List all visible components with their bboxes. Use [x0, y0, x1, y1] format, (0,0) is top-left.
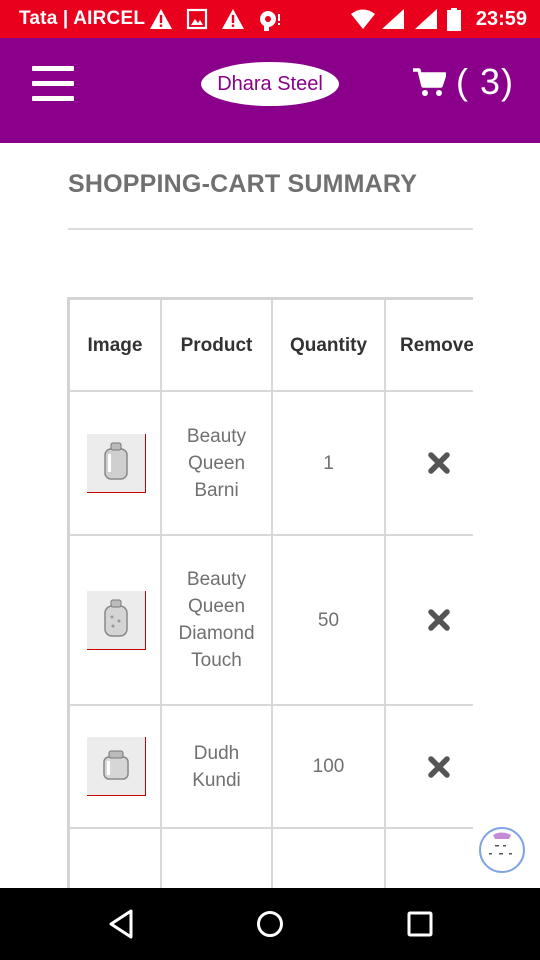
- system-nav-bar: [0, 888, 540, 960]
- product-image[interactable]: [87, 737, 146, 796]
- shopping-cart-icon: [413, 68, 446, 96]
- chat-widget-button[interactable]: [479, 827, 525, 873]
- table-row: Dudh Kundi 100: [70, 706, 473, 829]
- battery-icon: [447, 8, 461, 31]
- wifi-icon: [351, 9, 375, 29]
- image-icon: [186, 8, 208, 30]
- vpn-icon: [260, 11, 280, 31]
- warning-icon: [150, 9, 172, 29]
- hamburger-menu-icon[interactable]: [32, 66, 74, 102]
- column-header-image: Image: [70, 300, 162, 390]
- product-image[interactable]: [87, 433, 146, 493]
- remove-x-icon[interactable]: [428, 452, 450, 474]
- product-quantity: 100: [273, 706, 386, 827]
- title-divider: [68, 228, 473, 230]
- table-row: [70, 829, 473, 888]
- product-quantity: 1: [273, 392, 386, 534]
- column-header-remove: Remove: [400, 334, 473, 356]
- clock: 23:59: [475, 8, 527, 30]
- warning-icon: [222, 9, 244, 29]
- table-row: Beauty Queen Barni 1: [70, 392, 473, 536]
- recents-icon[interactable]: [406, 908, 434, 940]
- remove-x-icon[interactable]: [428, 755, 450, 778]
- column-header-product: Product: [162, 300, 273, 390]
- cart-button[interactable]: ( 3): [412, 60, 514, 104]
- cart-table-scroll[interactable]: Image Product Quantity Remove Beauty Que…: [67, 297, 473, 888]
- app-header: Dhara Steel ( 3): [0, 38, 540, 143]
- cart-count: ( 3): [456, 61, 514, 102]
- steel-container-image: [104, 599, 128, 637]
- back-icon[interactable]: [107, 908, 135, 940]
- cart-table: Image Product Quantity Remove Beauty Que…: [67, 297, 473, 888]
- brand-logo[interactable]: Dhara Steel: [201, 62, 339, 106]
- product-name: Dudh Kundi: [162, 706, 273, 827]
- chat-widget-icon: [489, 832, 512, 855]
- remove-x-icon[interactable]: [428, 609, 450, 631]
- signal-icon: [415, 9, 437, 29]
- steel-container-image: [104, 442, 128, 480]
- status-bar: Tata | AIRCEL 23:59: [0, 0, 540, 38]
- column-header-quantity: Quantity: [273, 300, 386, 390]
- home-icon[interactable]: [255, 908, 285, 940]
- carrier-label: Tata | AIRCEL: [19, 8, 146, 29]
- page-title: SHOPPING-CART SUMMARY: [68, 170, 418, 198]
- signal-icon: [382, 9, 404, 29]
- product-image[interactable]: [87, 590, 146, 650]
- table-header-row: Image Product Quantity Remove: [70, 300, 473, 392]
- product-name: Beauty Queen Diamond Touch: [162, 536, 273, 704]
- product-name: Beauty Queen Barni: [162, 392, 273, 534]
- steel-container-image: [103, 750, 129, 780]
- table-row: Beauty Queen Diamond Touch 50: [70, 536, 473, 706]
- product-quantity: 50: [273, 536, 386, 704]
